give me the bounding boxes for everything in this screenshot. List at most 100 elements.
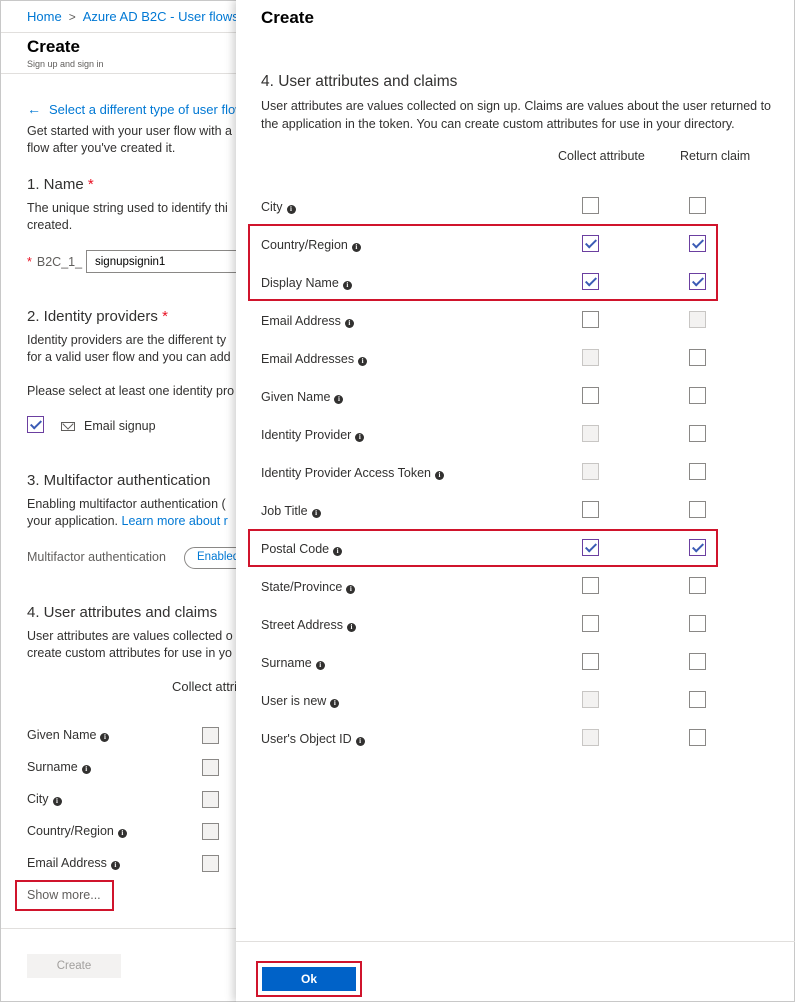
info-icon[interactable]: i	[52, 797, 62, 806]
select-different-type-link[interactable]: ← Select a different type of user flow	[27, 101, 245, 117]
info-icon[interactable]: i	[333, 547, 343, 556]
attribute-label-text: Surname	[261, 656, 312, 670]
collect-attribute-column-header: Collect attri	[172, 679, 238, 694]
collect-attribute-checkbox[interactable]	[582, 273, 599, 290]
return-claim-checkbox[interactable]	[689, 197, 706, 214]
idp-select-text: Please select at least one identity pro	[27, 384, 235, 398]
identity-providers-heading: 2. Identity providers *	[27, 308, 168, 325]
breadcrumb: Home > Azure AD B2C - User flows	[27, 9, 239, 24]
collect-checkbox[interactable]	[202, 855, 219, 872]
collect-attribute-checkbox	[582, 463, 599, 480]
return-claim-checkbox[interactable]	[689, 273, 706, 290]
attribute-row: Display Name i	[236, 265, 795, 303]
idp-heading-label: 2. Identity providers	[27, 308, 158, 325]
intro-text-line1: Get started with your user flow with a	[27, 124, 232, 138]
collect-attribute-checkbox[interactable]	[582, 615, 599, 632]
collect-attribute-checkbox[interactable]	[582, 577, 599, 594]
attribute-row: Email Address i	[236, 303, 795, 341]
attribute-row: City i	[236, 189, 795, 227]
collect-attribute-checkbox[interactable]	[582, 539, 599, 556]
idp-desc-line1: Identity providers are the different ty	[27, 333, 227, 347]
attribute-label: Email Addresses i	[261, 352, 368, 366]
mail-icon	[61, 422, 75, 431]
info-icon[interactable]: i	[347, 623, 356, 632]
collect-attribute-checkbox[interactable]	[582, 197, 599, 214]
attribute-label-text: Country/Region	[261, 238, 348, 252]
info-icon[interactable]: i	[315, 661, 325, 670]
collect-checkbox[interactable]	[202, 823, 219, 840]
mfa-desc-line2: your application. Learn more about r	[27, 513, 228, 530]
return-claim-checkbox[interactable]	[689, 653, 706, 670]
info-icon[interactable]: i	[286, 205, 296, 214]
name-desc-line1: The unique string used to identify thi	[27, 201, 228, 215]
return-claim-checkbox	[689, 311, 706, 328]
return-claim-checkbox[interactable]	[689, 729, 706, 746]
info-icon[interactable]: i	[344, 319, 354, 328]
collect-attribute-checkbox[interactable]	[582, 653, 599, 670]
mfa-label: Multifactor authentication	[27, 550, 166, 564]
return-claim-checkbox[interactable]	[689, 615, 706, 632]
create-button[interactable]: Create	[27, 954, 121, 978]
info-icon[interactable]: i	[358, 357, 368, 366]
mfa-desc-text: your application.	[27, 514, 119, 528]
info-icon[interactable]: i	[342, 281, 352, 290]
info-icon[interactable]: i	[311, 509, 321, 518]
info-icon[interactable]: i	[346, 585, 356, 594]
collect-attribute-checkbox[interactable]	[582, 235, 599, 252]
return-claim-checkbox[interactable]	[689, 235, 706, 252]
ok-button[interactable]: Ok	[262, 967, 356, 991]
collect-checkbox[interactable]	[202, 727, 219, 744]
breadcrumb-home-link[interactable]: Home	[27, 9, 62, 24]
mfa-learn-more-link[interactable]: Learn more about r	[122, 514, 228, 528]
attribute-label-text: Display Name	[261, 276, 339, 290]
blade-title: Create	[27, 37, 80, 56]
divider	[236, 941, 795, 942]
attribute-label: Given Name i	[27, 728, 110, 742]
attribute-label-text: Identity Provider Access Token	[261, 466, 431, 480]
info-icon[interactable]: i	[355, 737, 365, 746]
show-more-link[interactable]: Show more...	[15, 880, 114, 911]
return-claim-checkbox[interactable]	[689, 501, 706, 518]
back-link-label: Select a different type of user flow	[49, 102, 245, 117]
attribute-row: Country/Region i	[236, 227, 795, 265]
email-signup-label: Email signup	[84, 419, 156, 433]
info-icon[interactable]: i	[117, 829, 127, 838]
collect-checkbox[interactable]	[202, 791, 219, 808]
name-input[interactable]	[86, 250, 246, 273]
info-icon[interactable]: i	[435, 471, 444, 480]
return-claim-checkbox[interactable]	[689, 387, 706, 404]
collect-attribute-column-header: Collect attribute	[558, 149, 645, 163]
info-icon[interactable]: i	[355, 433, 365, 442]
required-asterisk: *	[87, 176, 94, 193]
attribute-label: Country/Region i	[261, 238, 361, 252]
attribute-row: Postal Code i	[236, 531, 795, 569]
collect-attribute-checkbox[interactable]	[582, 501, 599, 518]
collect-attribute-checkbox	[582, 425, 599, 442]
info-icon[interactable]: i	[110, 861, 120, 870]
collect-attribute-checkbox[interactable]	[582, 311, 599, 328]
info-icon[interactable]: i	[81, 765, 91, 774]
return-claim-checkbox[interactable]	[689, 691, 706, 708]
info-icon[interactable]: i	[351, 243, 361, 252]
return-claim-checkbox[interactable]	[689, 577, 706, 594]
info-icon[interactable]: i	[334, 395, 344, 404]
return-claim-checkbox[interactable]	[689, 463, 706, 480]
attributes-heading: 4. User attributes and claims	[27, 604, 218, 621]
info-icon[interactable]: i	[100, 733, 110, 742]
collect-checkbox[interactable]	[202, 759, 219, 776]
breadcrumb-user-flows-link[interactable]: Azure AD B2C - User flows	[83, 9, 239, 24]
info-icon[interactable]: i	[330, 699, 340, 708]
required-asterisk: *	[162, 308, 168, 325]
email-signup-checkbox[interactable]	[27, 416, 44, 433]
collect-attribute-checkbox[interactable]	[582, 387, 599, 404]
return-claim-checkbox[interactable]	[689, 425, 706, 442]
attribute-label-text: Job Title	[261, 504, 308, 518]
panel-section-heading: 4. User attributes and claims	[261, 73, 458, 90]
return-claim-checkbox[interactable]	[689, 539, 706, 556]
attribute-label-text: Given Name	[261, 390, 331, 404]
attribute-label-text: City	[27, 792, 49, 806]
attribute-label: Email Address i	[261, 314, 354, 328]
attribute-row: State/Province i	[236, 569, 795, 607]
return-claim-checkbox[interactable]	[689, 349, 706, 366]
attribute-label-text: User's Object ID	[261, 732, 352, 746]
